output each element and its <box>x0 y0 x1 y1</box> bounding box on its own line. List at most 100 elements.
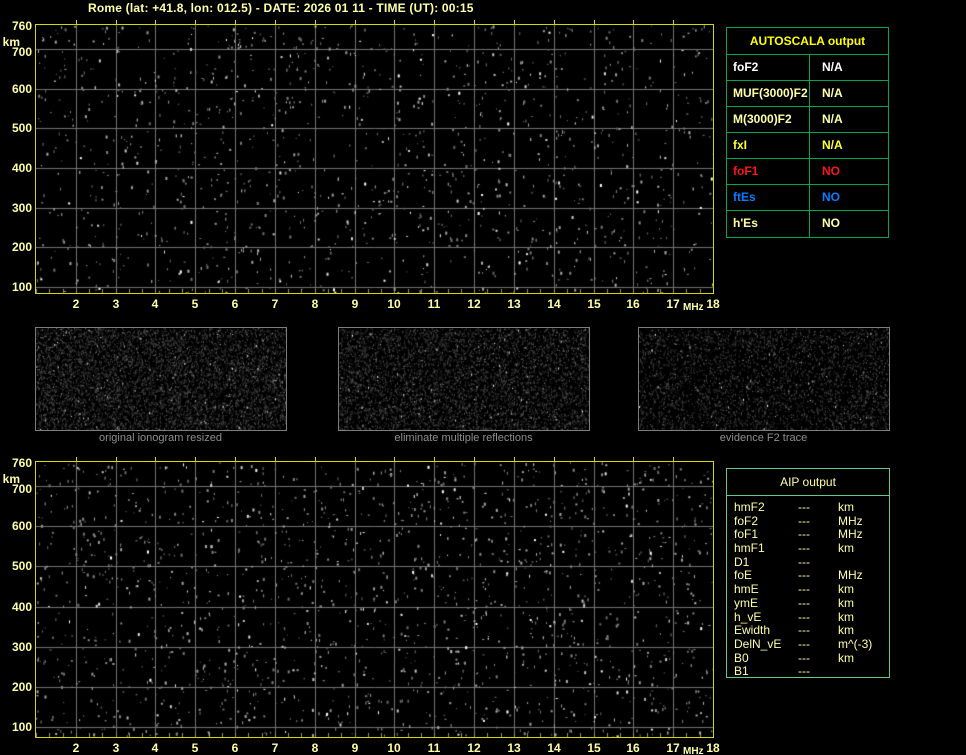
autoscala-window: Rome (lat: +41.8, lon: 012.5) - DATE: 20… <box>0 0 966 755</box>
y-axis-tick-label: 600 <box>11 519 32 533</box>
axis-tick-mark <box>474 457 475 461</box>
axis-tick-mark <box>594 20 595 24</box>
parameter-name: Ewidth <box>734 623 771 638</box>
parameter-value: N/A <box>822 86 843 100</box>
x-axis-tick-label: 2 <box>72 741 80 755</box>
aip-row-fof1: foF1 --- MHz <box>727 528 889 542</box>
axis-tick-mark <box>633 457 634 461</box>
parameter-name: fxI <box>727 133 810 158</box>
x-axis-tick-label: 4 <box>151 741 159 755</box>
autoscala-row-m3000f2: M(3000)F2 N/A <box>727 107 888 133</box>
x-axis-tick-label: 12 <box>467 741 481 755</box>
x-axis-tick-label: 10 <box>387 741 401 755</box>
x-axis-tick-label: 15 <box>587 297 601 311</box>
parameter-name: hmF2 <box>734 500 765 514</box>
x-axis-tick-label: 4 <box>151 297 159 311</box>
parameter-value: --- <box>798 582 810 597</box>
parameter-name: h'Es <box>727 211 810 237</box>
parameter-name: B1 <box>734 664 749 679</box>
parameter-name: B0 <box>734 650 749 665</box>
parameter-value: --- <box>798 595 810 610</box>
y-axis-tick-label: 100 <box>11 280 32 294</box>
parameter-name: hmE <box>734 582 759 597</box>
axis-tick-mark <box>235 20 236 24</box>
y-axis-tick-label: 600 <box>11 82 32 96</box>
parameter-name: ftEs <box>727 185 810 210</box>
y-axis-tick-label: 100 <box>11 720 32 734</box>
aip-row-b1: B1 --- <box>727 665 889 679</box>
parameter-unit: km <box>838 650 854 665</box>
parameter-name: foF1 <box>727 159 810 184</box>
axis-tick-mark <box>514 20 515 24</box>
autoscala-row-fof1: foF1 NO <box>727 159 888 185</box>
thumbnail-caption-eliminate: eliminate multiple reflections <box>394 432 533 444</box>
aip-table-title: AIP output <box>727 469 889 496</box>
parameter-name: foF1 <box>734 527 759 542</box>
aip-row-hmf1: hmF1 --- km <box>727 541 889 556</box>
axis-tick-mark <box>554 20 555 24</box>
axis-tick-mark <box>235 457 236 461</box>
x-axis-tick-label: 14 <box>547 297 561 311</box>
parameter-unit: MHz <box>838 527 863 542</box>
x-axis-tick-label: 6 <box>231 741 239 755</box>
axis-tick-mark <box>633 20 634 24</box>
x-axis-tick-label: 12 <box>467 297 481 311</box>
aip-row-hme: hmE --- km <box>727 583 889 597</box>
y-axis-tick-label: 760 <box>11 456 32 470</box>
x-axis-tick-label: 13 <box>507 297 521 311</box>
station-date-time-title: Rome (lat: +41.8, lon: 012.5) - DATE: 20… <box>88 1 474 15</box>
axis-tick-mark <box>514 457 515 461</box>
parameter-unit: km <box>838 623 854 638</box>
x-axis-tick-label: 16 <box>626 741 640 755</box>
x-axis-tick-label: 11 <box>427 297 441 311</box>
parameter-value: --- <box>798 513 810 528</box>
axis-tick-mark <box>355 20 356 24</box>
parameter-value: --- <box>798 623 810 638</box>
axis-tick-mark <box>155 457 156 461</box>
parameter-unit: MHz <box>838 513 863 528</box>
parameter-value: --- <box>798 554 810 569</box>
x-axis-tick-label: 6 <box>231 297 239 311</box>
y-axis-unit-label: km <box>2 472 20 486</box>
y-axis-tick-label: 300 <box>11 201 32 215</box>
axis-tick-mark <box>275 457 276 461</box>
x-axis-unit-label: MHz <box>683 302 704 313</box>
x-axis-tick-label: 17 <box>666 297 680 311</box>
aip-row-fof2: foF2 --- MHz <box>727 513 889 529</box>
autoscala-row-fof2: foF2 N/A <box>727 55 888 81</box>
autoscala-row-muf3000f2: MUF(3000)F2 N/A <box>727 81 888 107</box>
parameter-name: MUF(3000)F2 <box>727 81 810 106</box>
axis-tick-mark <box>195 20 196 24</box>
parameter-name: h_vE <box>734 609 762 624</box>
parameter-value: --- <box>798 609 810 624</box>
y-axis-tick-label: 500 <box>11 559 32 573</box>
x-axis-tick-label: 13 <box>507 741 521 755</box>
parameter-unit: m^(-3) <box>838 636 873 651</box>
parameter-name: hmF1 <box>734 541 765 556</box>
x-axis-tick-label: 10 <box>387 297 401 311</box>
parameter-unit: MHz <box>838 568 863 583</box>
axis-tick-mark <box>474 20 475 24</box>
parameter-unit <box>838 665 889 679</box>
aip-row-b0: B0 --- km <box>727 650 889 666</box>
x-axis-tick-label: 9 <box>351 741 359 755</box>
autoscala-table-title: AUTOSCALA output <box>727 28 888 55</box>
axis-tick-mark <box>116 20 117 24</box>
parameter-unit: km <box>838 500 854 514</box>
aip-row-d1: D1 --- <box>727 554 889 570</box>
x-axis-tick-label: 18 <box>706 297 720 311</box>
x-axis-tick-label: 5 <box>191 297 199 311</box>
x-axis-tick-label: 14 <box>547 741 561 755</box>
axis-tick-mark <box>673 457 674 461</box>
parameter-value: NO <box>822 164 840 178</box>
parameter-value: --- <box>798 500 810 514</box>
parameter-name: D1 <box>734 554 750 569</box>
y-axis-tick-label: 400 <box>11 600 32 614</box>
axis-tick-mark <box>394 457 395 461</box>
thumbnail-original-ionogram <box>35 327 287 431</box>
aip-row-hve: h_vE --- km <box>727 609 889 625</box>
autoscala-row-fxi: fxI N/A <box>727 133 888 159</box>
parameter-name: M(3000)F2 <box>727 107 810 132</box>
x-axis-tick-label: 8 <box>311 297 319 311</box>
ionogram-plot-top <box>35 24 714 294</box>
